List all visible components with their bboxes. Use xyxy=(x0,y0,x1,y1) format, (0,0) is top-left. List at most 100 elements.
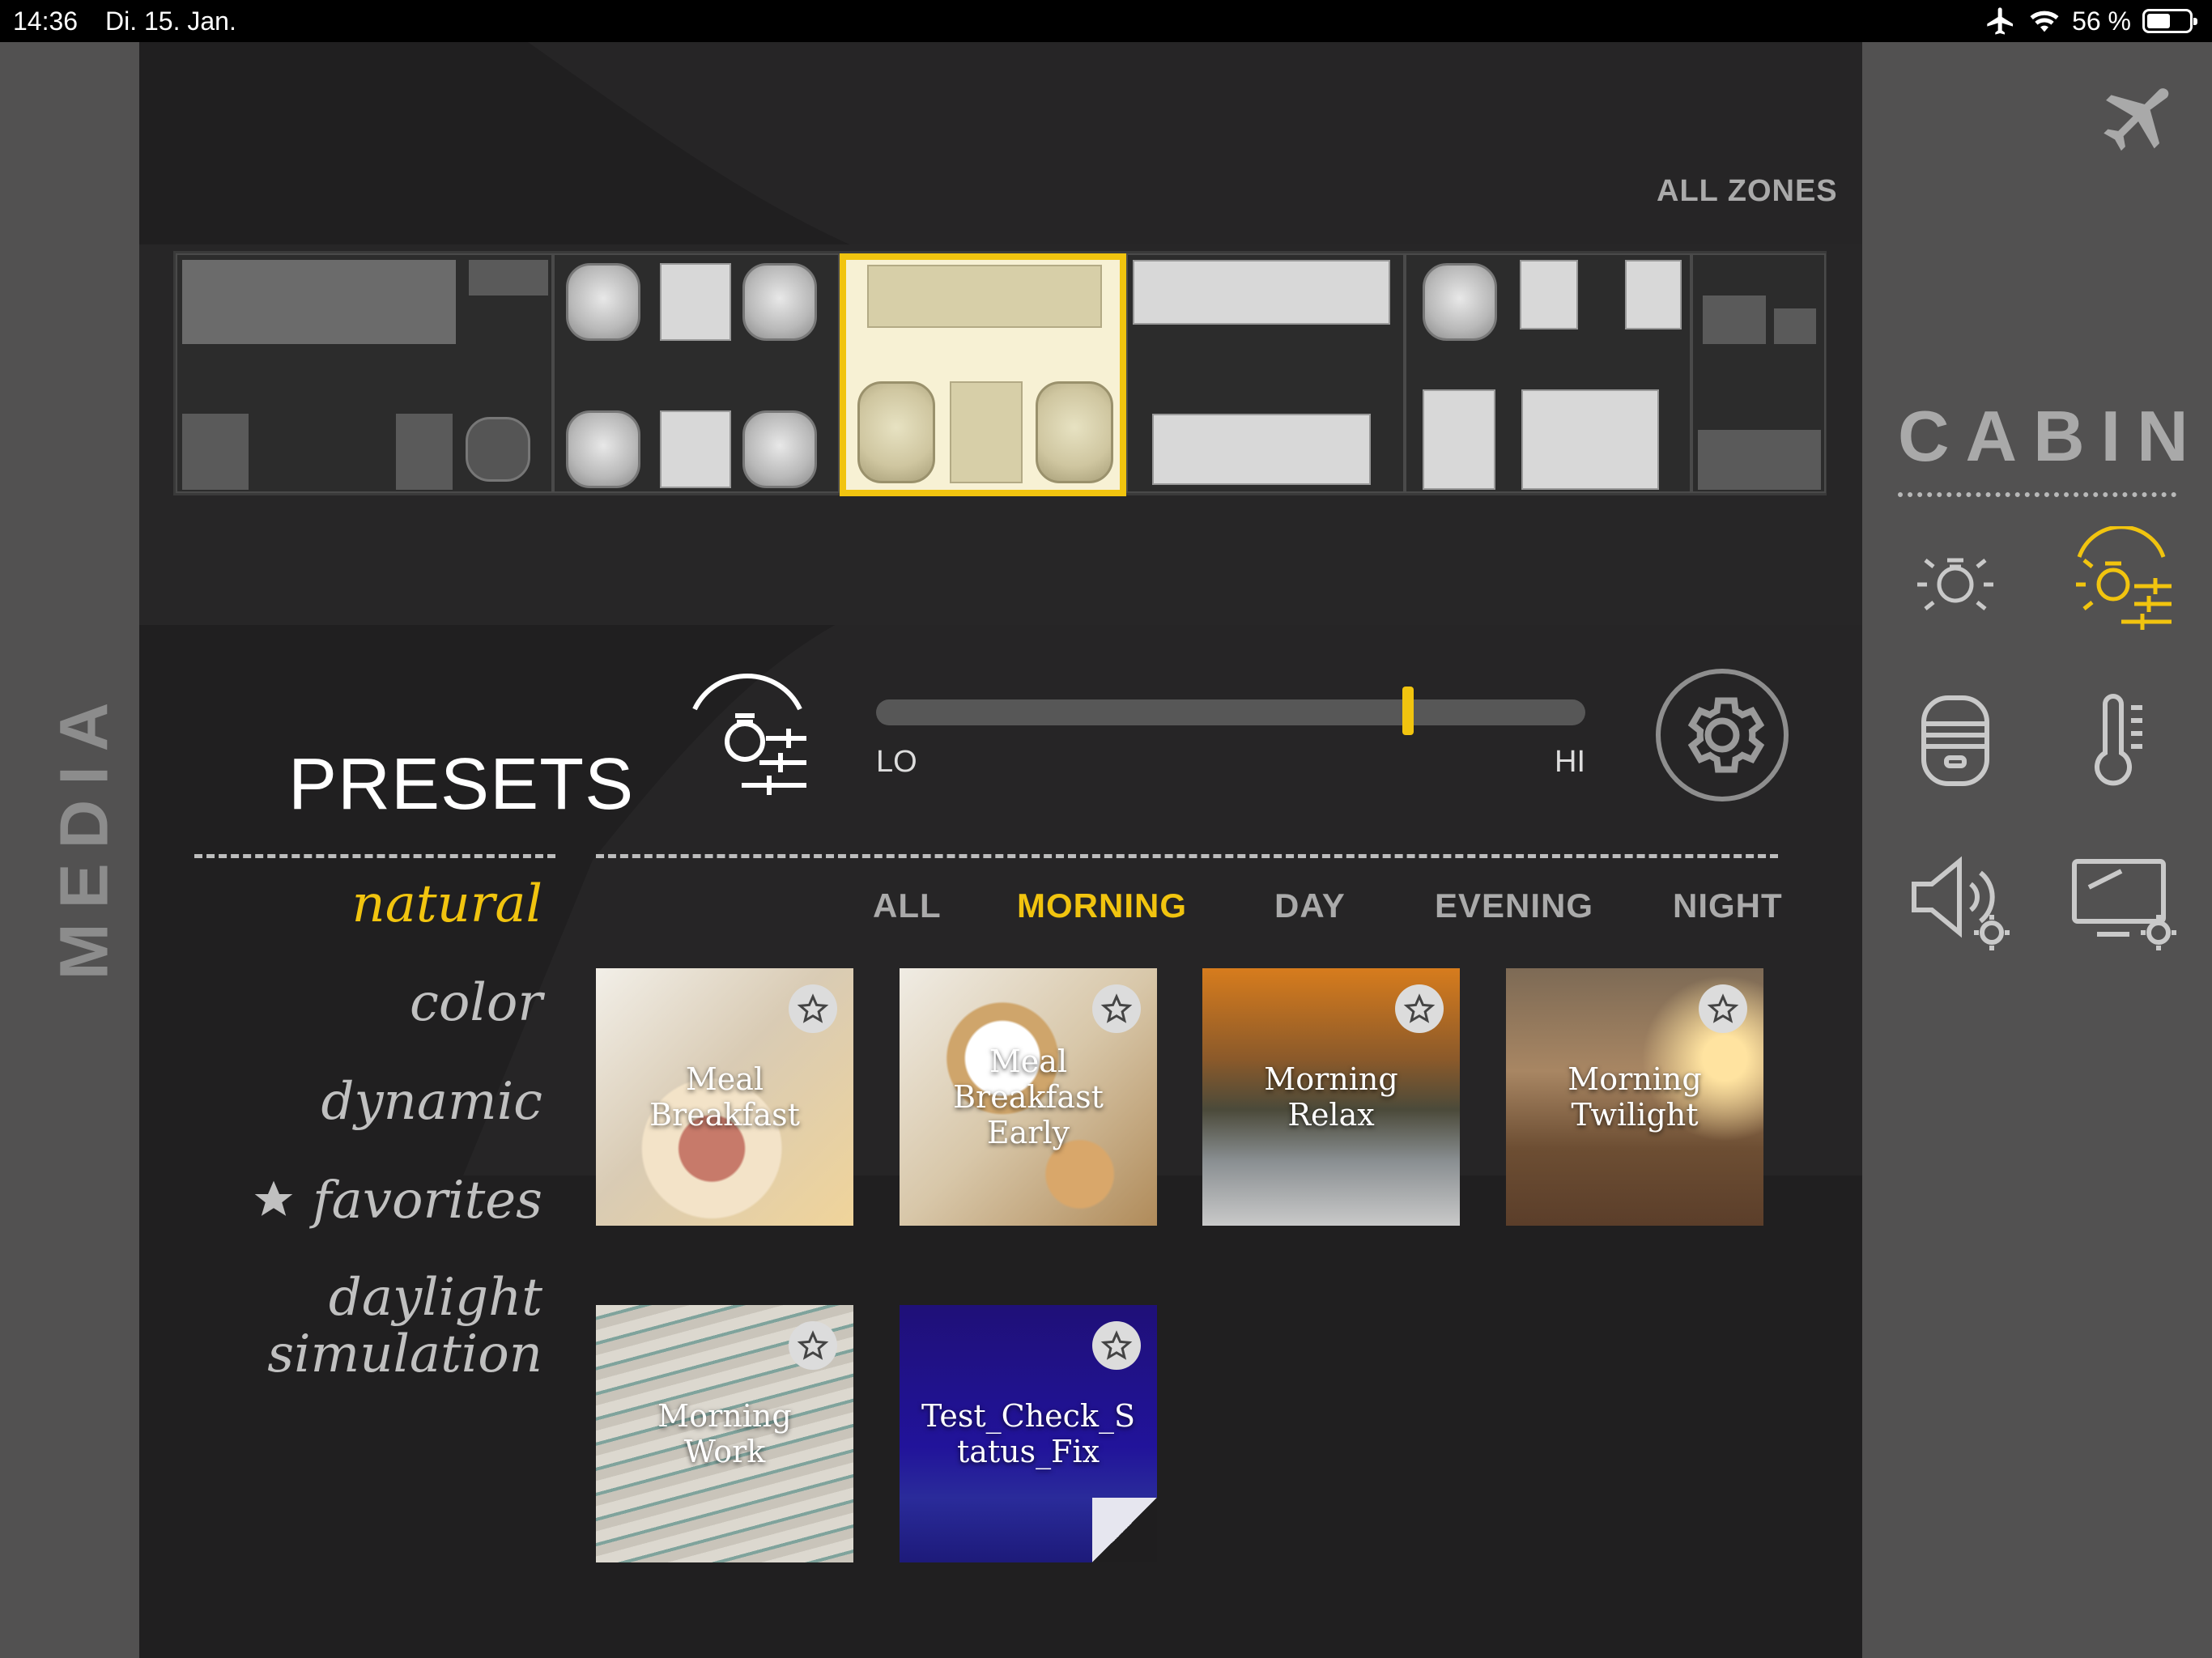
preset-tile-label: Meal Breakfast Early xyxy=(953,1044,1104,1150)
star-icon xyxy=(1100,993,1133,1023)
divan xyxy=(1152,414,1371,485)
preset-tile[interactable]: Morning Relax xyxy=(1202,968,1460,1226)
crew-seat xyxy=(466,417,530,482)
preset-tile-label: Test_Check_S tatus_Fix xyxy=(921,1398,1136,1469)
cabin-divider xyxy=(1898,492,2176,497)
tab-day[interactable]: DAY xyxy=(1274,886,1346,925)
window-shade-icon[interactable] xyxy=(1903,688,2008,793)
preset-tile-custom[interactable]: Test_Check_S tatus_Fix xyxy=(900,1305,1157,1562)
preset-tile[interactable]: Meal Breakfast xyxy=(596,968,853,1226)
light-icon[interactable] xyxy=(1903,526,2008,631)
status-date: Di. 15. Jan. xyxy=(105,6,236,36)
airplane-mode-icon xyxy=(1987,7,2014,35)
zone-galley[interactable] xyxy=(176,253,553,493)
zone-rear[interactable] xyxy=(1691,253,1826,493)
status-bar: 14:36 Di. 15. Jan. 56 % xyxy=(0,0,2212,42)
sound-settings-icon[interactable] xyxy=(1903,850,2024,955)
cabin-title: CABIN xyxy=(1898,396,2205,476)
lavatory xyxy=(396,414,453,490)
galley-storage xyxy=(182,414,249,490)
zone-club-forward[interactable] xyxy=(553,253,840,493)
star-icon xyxy=(797,1330,829,1360)
preset-tile-label: Morning Twilight xyxy=(1568,1061,1702,1133)
preset-tile[interactable]: Morning Twilight xyxy=(1506,968,1763,1226)
zone-aft[interactable] xyxy=(1405,253,1691,493)
rear-cabinet xyxy=(1774,308,1816,344)
seat xyxy=(566,263,640,341)
all-zones-button[interactable]: ALL ZONES xyxy=(1657,174,1838,209)
seat xyxy=(566,410,640,488)
category-color[interactable]: color xyxy=(410,973,542,1033)
cabinet xyxy=(1625,260,1682,329)
category-label: daylight simulation xyxy=(267,1268,542,1384)
display-settings-icon[interactable] xyxy=(2065,850,2186,955)
star-icon xyxy=(1707,993,1739,1023)
star-icon xyxy=(797,993,829,1023)
credenza xyxy=(867,265,1102,328)
custom-preset-corner xyxy=(1092,1498,1157,1562)
table xyxy=(660,410,731,488)
table xyxy=(950,381,1023,483)
slider-hi-label: HI xyxy=(1555,745,1585,779)
battery-icon xyxy=(2142,9,2197,33)
table xyxy=(660,263,731,341)
preset-tile-label: Morning Work xyxy=(657,1398,792,1469)
dimmer-slider-thumb[interactable] xyxy=(1402,687,1414,735)
table xyxy=(1520,260,1578,329)
tab-evening[interactable]: EVENING xyxy=(1435,886,1593,925)
cabin-map xyxy=(173,251,1827,496)
temperature-icon[interactable] xyxy=(2065,688,2170,793)
seat xyxy=(1423,263,1497,341)
bed xyxy=(1521,389,1659,490)
category-label: color xyxy=(410,973,542,1033)
star-icon xyxy=(1403,993,1436,1023)
rear-cabinet xyxy=(1703,295,1766,344)
seat xyxy=(857,381,935,483)
seat xyxy=(1036,381,1113,483)
favorite-button[interactable] xyxy=(1092,1321,1141,1370)
preset-tile[interactable]: Morning Work xyxy=(596,1305,853,1562)
zone-lounge[interactable] xyxy=(1126,253,1405,493)
slider-lo-label: LO xyxy=(876,745,917,779)
presets-divider xyxy=(194,854,555,858)
favorite-button[interactable] xyxy=(1395,984,1444,1033)
seat xyxy=(742,263,817,341)
preset-tile-label: Meal Breakfast xyxy=(649,1061,800,1133)
preset-categories: natural color dynamic favorites daylight… xyxy=(243,874,542,1425)
tab-morning[interactable]: MORNING xyxy=(1017,886,1187,925)
battery-percentage: 56 % xyxy=(2072,6,2131,36)
lavatory-door xyxy=(469,260,548,295)
rear-storage xyxy=(1698,430,1821,490)
star-icon xyxy=(254,1180,292,1216)
preset-tile[interactable]: Meal Breakfast Early xyxy=(900,968,1157,1226)
preset-tile-label: Morning Relax xyxy=(1264,1061,1398,1133)
presets-title: PRESETS xyxy=(288,744,635,825)
zone-dining-selected[interactable] xyxy=(840,253,1126,496)
light-presets-icon xyxy=(692,674,806,795)
category-label: natural xyxy=(351,874,542,934)
cabinet xyxy=(1423,389,1495,490)
tab-night[interactable]: NIGHT xyxy=(1673,886,1783,925)
category-natural[interactable]: natural xyxy=(351,874,542,934)
favorite-button[interactable] xyxy=(789,1321,837,1370)
dimmer-slider-track[interactable] xyxy=(876,699,1585,725)
category-daylight-simulation[interactable]: daylight simulation xyxy=(267,1269,542,1383)
airplane-icon[interactable] xyxy=(2089,81,2178,170)
star-icon xyxy=(1100,1330,1133,1360)
galley-counter xyxy=(182,260,456,344)
tv-cabinet xyxy=(1133,260,1390,325)
tab-all[interactable]: ALL xyxy=(873,886,942,925)
favorite-button[interactable] xyxy=(789,984,837,1033)
wifi-icon xyxy=(2030,11,2059,32)
light-presets-icon[interactable] xyxy=(2065,526,2178,640)
seat xyxy=(742,410,817,488)
tabs-divider xyxy=(596,854,1778,858)
favorite-button[interactable] xyxy=(1699,984,1747,1033)
category-favorites[interactable]: favorites xyxy=(251,1171,542,1231)
category-label: favorites xyxy=(312,1171,542,1231)
favorite-button[interactable] xyxy=(1092,984,1141,1033)
media-label[interactable]: MEDIA xyxy=(45,688,124,980)
settings-button[interactable] xyxy=(1656,669,1789,801)
gear-icon xyxy=(1687,697,1765,773)
category-dynamic[interactable]: dynamic xyxy=(321,1072,543,1132)
